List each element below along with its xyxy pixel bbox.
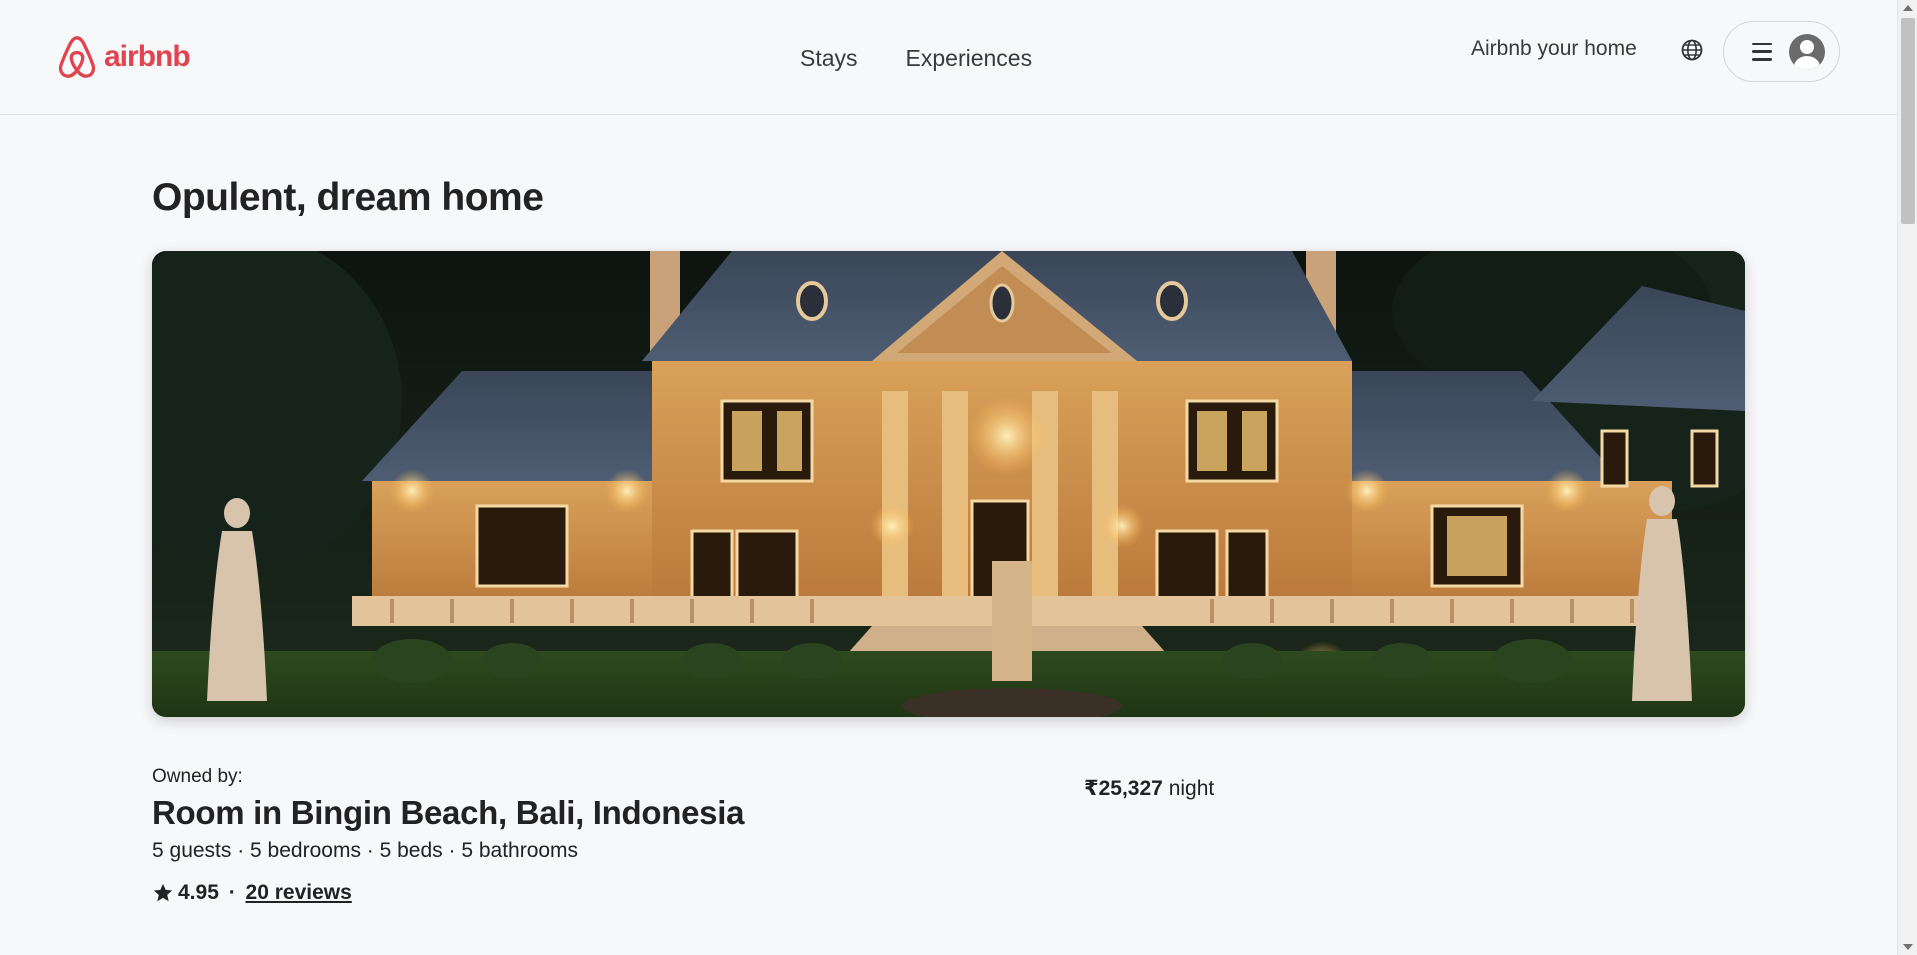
listing-location-title: Room in Bingin Beach, Bali, Indonesia [152,794,745,831]
nav-experiences[interactable]: Experiences [906,40,1033,76]
top-header: airbnb Stays Experiences Airbnb your hom… [0,0,1897,115]
scrollbar-thumb[interactable] [1901,18,1915,224]
rating-row: 4.95 · 20 reviews [152,878,352,908]
price: ₹25,327 night [1084,774,1214,804]
scroll-down-arrow-icon[interactable] [1903,944,1913,950]
main-nav: Stays Experiences [800,40,1032,76]
listing-details: 5 guests · 5 bedrooms · 5 beds · 5 bathr… [152,839,579,862]
logo-text: airbnb [104,40,191,73]
nav-stays[interactable]: Stays [800,40,858,76]
airbnb-your-home-link[interactable]: Airbnb your home [1471,34,1637,64]
airbnb-logo-icon [58,36,96,78]
page-title: Opulent, dream home [152,176,544,219]
user-avatar-icon [1789,33,1825,70]
airbnb-logo[interactable]: airbnb [56,34,191,80]
price-unit: night [1168,777,1215,800]
user-menu-button[interactable] [1723,21,1840,82]
mansion-photo [152,251,1745,717]
star-icon [153,883,173,902]
globe-icon[interactable] [1680,38,1704,62]
owned-by-label: Owned by: [152,766,243,787]
page: airbnb Stays Experiences Airbnb your hom… [0,0,1917,955]
page-scrollbar[interactable] [1897,0,1917,955]
listing-hero-image[interactable] [152,251,1745,717]
hamburger-menu-icon [1752,42,1772,61]
reviews-link[interactable]: 20 reviews [246,878,352,908]
rating-separator: · [222,881,242,904]
price-amount: ₹25,327 [1084,777,1163,800]
rating-value: 4.95 [178,881,219,904]
scroll-up-arrow-icon[interactable] [1903,5,1913,11]
